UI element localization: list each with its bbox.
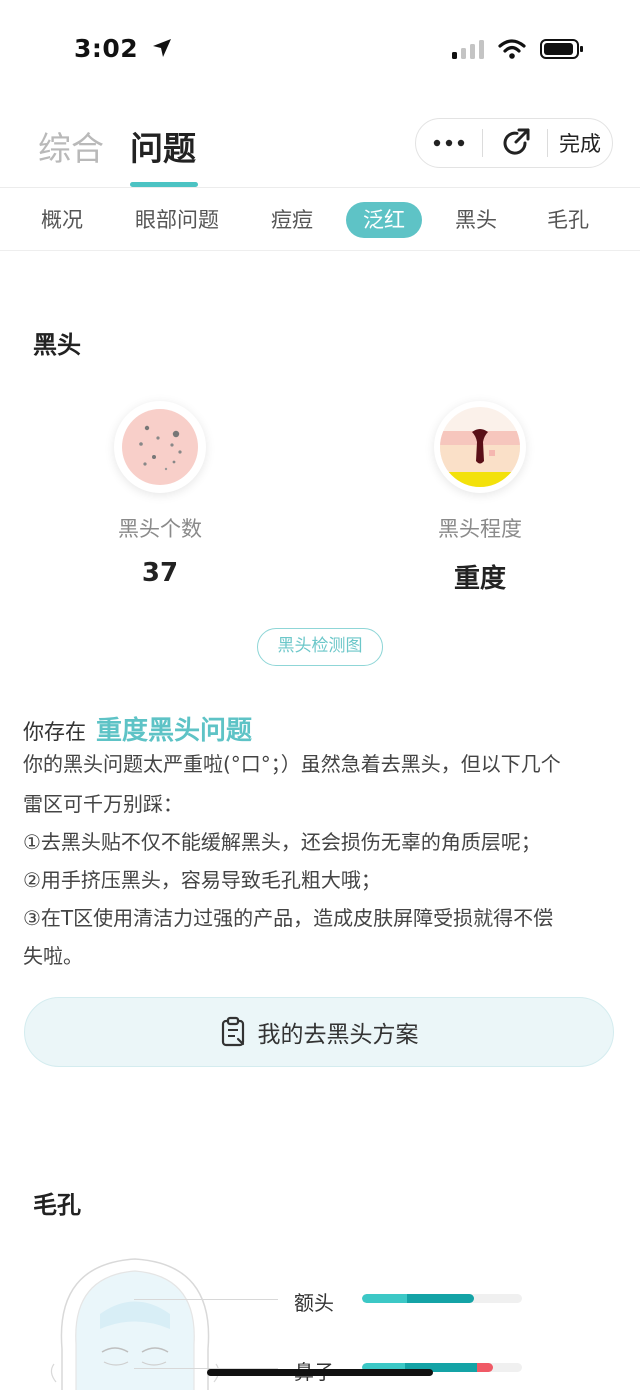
blackhead-severity-illustration xyxy=(434,401,526,493)
description-line: ②用手挤压黑头，容易导致毛孔粗大哦； xyxy=(23,868,381,892)
mini-program-capsule: 完成 xyxy=(415,118,613,168)
problem-summary-name: 重度黑头问题 xyxy=(96,716,253,746)
subnav-blackheads[interactable]: 黑头 xyxy=(452,202,500,238)
clipboard-icon xyxy=(221,1016,244,1047)
subnav-eye-problems[interactable]: 眼部问题 xyxy=(132,202,222,238)
more-button[interactable] xyxy=(416,119,482,167)
battery-icon xyxy=(540,39,583,59)
description-line: 雷区可千万别踩： xyxy=(23,792,183,816)
pore-bar-fill xyxy=(362,1294,474,1303)
done-label: 完成 xyxy=(559,132,601,156)
subnav-divider xyxy=(0,250,640,251)
wifi-icon xyxy=(498,39,526,59)
face-outline-illustration xyxy=(50,1258,220,1390)
status-time-text: 3:02 xyxy=(74,34,139,63)
blackhead-detection-map-button[interactable]: 黑头检测图 xyxy=(257,628,383,666)
blackhead-severity-label: 黑头程度 xyxy=(438,517,522,541)
subnav-redness[interactable]: 泛红 xyxy=(346,202,422,238)
blackhead-count-label: 黑头个数 xyxy=(118,517,202,541)
subnav-pores[interactable]: 毛孔 xyxy=(544,202,592,238)
pore-cross-section-icon xyxy=(440,407,520,487)
home-indicator xyxy=(207,1369,433,1376)
blackhead-count-value: 37 xyxy=(141,558,179,588)
more-dots-icon xyxy=(433,139,465,147)
pore-bar-forehead xyxy=(362,1294,522,1303)
pores-section-title: 毛孔 xyxy=(33,1191,81,1219)
blackhead-count-illustration xyxy=(114,401,206,493)
tab-overall[interactable]: 综合 xyxy=(38,122,104,170)
status-icons xyxy=(452,38,584,60)
subnav-overview[interactable]: 概况 xyxy=(38,202,86,238)
share-refresh-button[interactable] xyxy=(483,119,547,167)
description-line: ①去黑头贴不仅不能缓解黑头，还会损伤无辜的角质层呢； xyxy=(23,830,541,854)
description-line: 失啦。 xyxy=(23,944,83,968)
problem-summary: 你存在 重度黑头问题 xyxy=(23,710,252,747)
done-button[interactable]: 完成 xyxy=(548,119,612,167)
pore-bar-segment xyxy=(477,1363,494,1372)
tab-problems[interactable]: 问题 xyxy=(130,122,196,170)
pore-row-label-forehead: 额头 xyxy=(294,1291,334,1315)
location-arrow-icon xyxy=(153,39,172,57)
header-divider xyxy=(0,187,640,188)
description-line: 你的黑头问题太严重啦(°口°；）虽然急着去黑头，但以下几个 xyxy=(23,752,561,776)
blackhead-section-title: 黑头 xyxy=(33,331,81,359)
pore-bar-segment xyxy=(406,1294,474,1303)
share-refresh-icon xyxy=(503,128,530,155)
tab-overall-label: 综合 xyxy=(38,129,104,168)
blackhead-dots-icon xyxy=(122,409,198,485)
blackhead-severity-value: 重度 xyxy=(453,564,506,594)
status-time: 3:02 xyxy=(74,34,173,63)
tab-problems-label: 问题 xyxy=(130,129,196,168)
pore-bar-segment xyxy=(362,1294,407,1303)
cellular-signal-icon xyxy=(452,40,484,59)
problem-subnav: 概况 眼部问题 痘痘 泛红 黑头 毛孔 xyxy=(0,194,640,246)
blackhead-plan-button[interactable]: 我的去黑头方案 xyxy=(24,997,614,1067)
subnav-acne[interactable]: 痘痘 xyxy=(268,202,316,238)
forehead-leader-line xyxy=(134,1299,278,1300)
blackhead-plan-label: 我的去黑头方案 xyxy=(257,1022,419,1048)
description-line: ③在T区使用清洁力过强的产品，造成皮肤屏障受损就得不偿 xyxy=(23,906,554,930)
problem-summary-prefix: 你存在 xyxy=(23,720,86,744)
